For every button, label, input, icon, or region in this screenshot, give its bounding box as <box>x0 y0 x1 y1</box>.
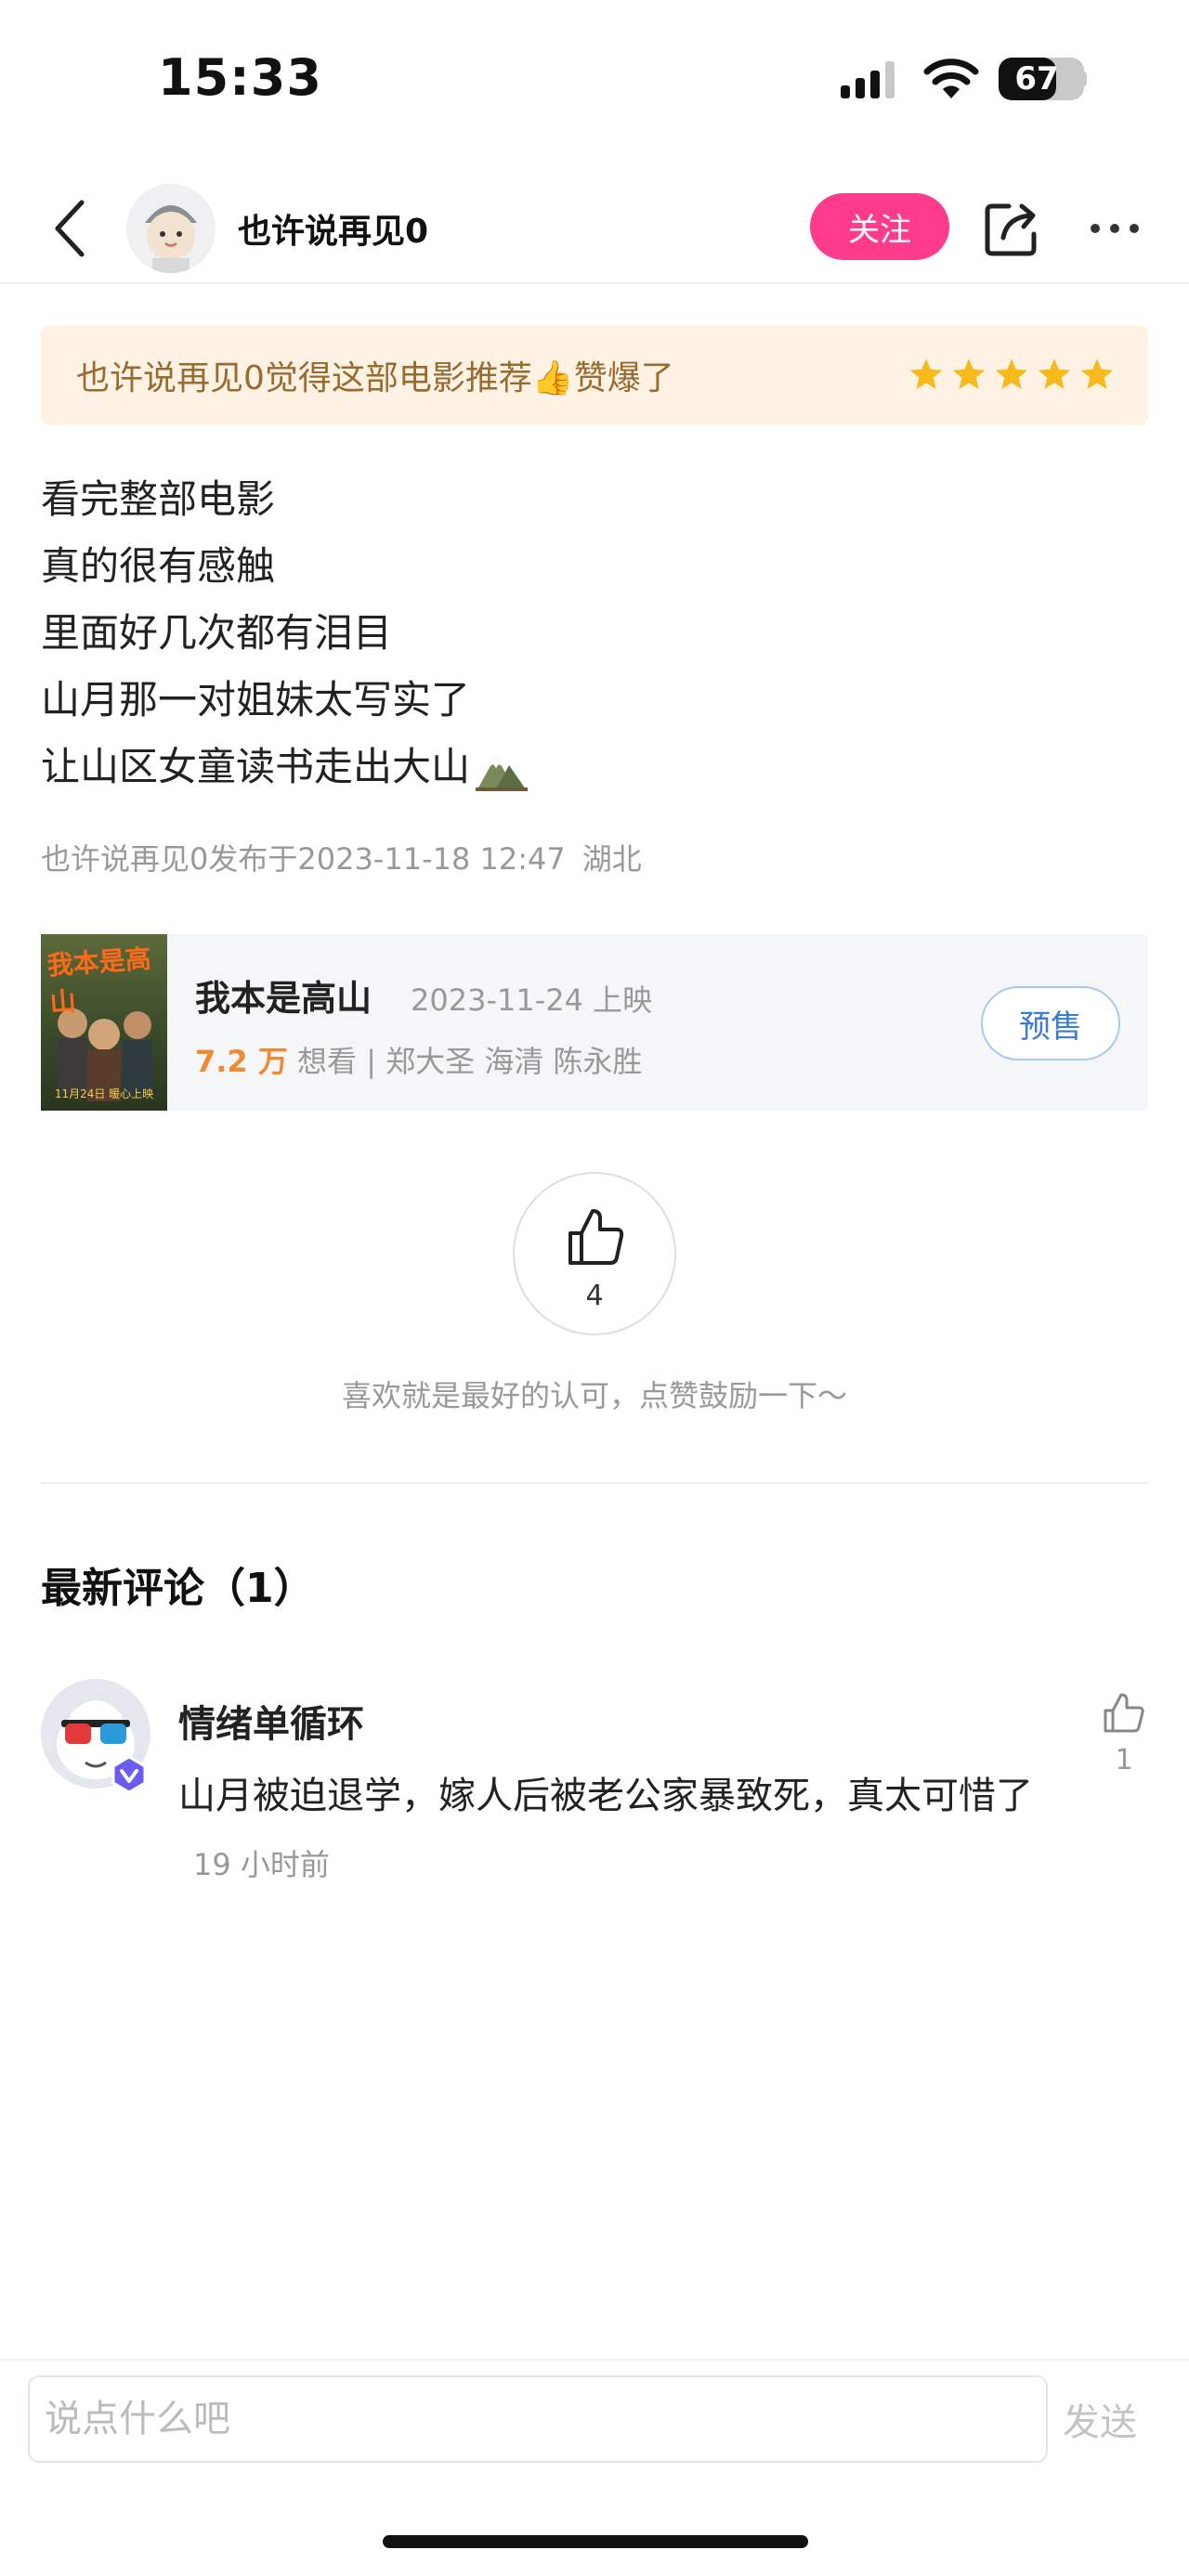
share-button[interactable] <box>983 199 1042 258</box>
back-button[interactable] <box>43 195 98 262</box>
cellular-signal-icon <box>841 61 895 98</box>
post-location: 湖北 <box>581 841 642 877</box>
poster-date: 11月24日 暖心上映 <box>54 1087 154 1100</box>
commenter-name[interactable]: 情绪单循环 <box>178 1694 364 1748</box>
star-icon <box>1038 358 1071 389</box>
wifi-icon <box>923 59 979 98</box>
comment-input-box[interactable] <box>28 2375 1048 2463</box>
star-icon <box>909 358 943 389</box>
review-line-last: 让山区女童读书走出大山 <box>41 734 1146 800</box>
comment-input[interactable] <box>30 2377 1046 2461</box>
like-hint: 喜欢就是最好的认可，点赞鼓励一下～ <box>341 1378 847 1413</box>
review-line-text: 让山区女童读书走出大山 <box>41 744 471 789</box>
movie-cast: | 郑大圣 海清 陈永胜 <box>366 1044 643 1079</box>
review-line: 里面好几次都有泪目 <box>41 610 393 656</box>
battery-icon: 67 <box>999 58 1084 100</box>
comment-like-button[interactable] <box>1102 1690 1146 1735</box>
divider <box>41 1482 1148 1484</box>
chevron-left-icon <box>55 200 85 257</box>
movie-release-date: 2023-11-24 上映 <box>411 982 653 1018</box>
battery-tip <box>1080 71 1087 87</box>
more-dot <box>1110 224 1119 233</box>
more-dot <box>1130 224 1139 233</box>
review-line: 山月那一对姐妹太写实了 <box>41 677 471 722</box>
review-line: 真的很有感触 <box>41 543 276 589</box>
presale-button[interactable]: 预售 <box>981 986 1120 1060</box>
status-time: 15:33 <box>158 48 322 107</box>
poster-title: 我本是高山 <box>46 943 152 1019</box>
star-icon <box>995 358 1028 389</box>
star-icon <box>952 358 986 389</box>
star-icon <box>1080 358 1114 389</box>
author-name[interactable]: 也许说再见0 <box>238 204 428 253</box>
post-meta: 也许说再见0发布于2023-11-18 12:47 湖北 <box>41 836 642 878</box>
thumbs-up-icon <box>568 1209 624 1265</box>
movie-card[interactable]: 我本是高山 11月24日 暖心上映 我本是高山 2023-11-24 上映 7.… <box>41 934 1148 1111</box>
page: 15:33 67 也许说再见0 关注 也许说再见0觉得这部电影推荐👍赞爆了 看完… <box>0 0 1189 2576</box>
review-line: 看完整部电影 <box>41 476 276 522</box>
movie-title[interactable]: 我本是高山 <box>195 969 372 1021</box>
avatar-image <box>145 205 197 273</box>
movie-stats: 7.2 万 想看 | 郑大圣 海清 陈永胜 <box>195 1038 643 1081</box>
more-dot <box>1091 224 1100 233</box>
review-body: 看完整部电影 真的很有感触 里面好几次都有泪目 山月那一对姐妹太写实了 让山区女… <box>41 466 1146 800</box>
rating-stars <box>908 357 1115 392</box>
more-options-button[interactable] <box>1091 204 1139 253</box>
follow-button[interactable]: 关注 <box>810 193 949 260</box>
comments-title: 最新评论（1） <box>41 1565 315 1612</box>
movie-poster[interactable]: 我本是高山 11月24日 暖心上映 <box>41 934 167 1111</box>
rating-text: 也许说再见0觉得这部电影推荐👍赞爆了 <box>76 359 674 397</box>
share-icon <box>985 203 1037 256</box>
verified-badge-icon <box>111 1755 147 1794</box>
battery-percent: 67 <box>1014 60 1059 98</box>
mountain-emoji-icon <box>476 755 529 791</box>
want-label: 想看 <box>297 1044 358 1079</box>
send-button[interactable]: 发送 <box>1063 2392 1137 2446</box>
comment-like-count: 1 <box>1115 1744 1133 1776</box>
avatar[interactable] <box>126 184 216 273</box>
rating-banner: 也许说再见0觉得这部电影推荐👍赞爆了 <box>41 325 1148 425</box>
comment-text: 山月被迫退学，嫁人后被老公家暴致死，真太可惜了 19 小时前 <box>178 1763 1042 1898</box>
comment-body: 山月被迫退学，嫁人后被老公家暴致死，真太可惜了 <box>178 1775 1033 1817</box>
post-time: 也许说再见0发布于2023-11-18 12:47 <box>41 841 566 877</box>
like-count: 4 <box>585 1280 604 1312</box>
want-count: 7.2 万 <box>195 1044 288 1079</box>
comment-time: 19 小时前 <box>193 1847 330 1882</box>
home-indicator <box>383 2535 808 2548</box>
like-button[interactable]: 4 <box>513 1172 676 1335</box>
top-nav-bar: 也许说再见0 关注 <box>0 176 1189 284</box>
